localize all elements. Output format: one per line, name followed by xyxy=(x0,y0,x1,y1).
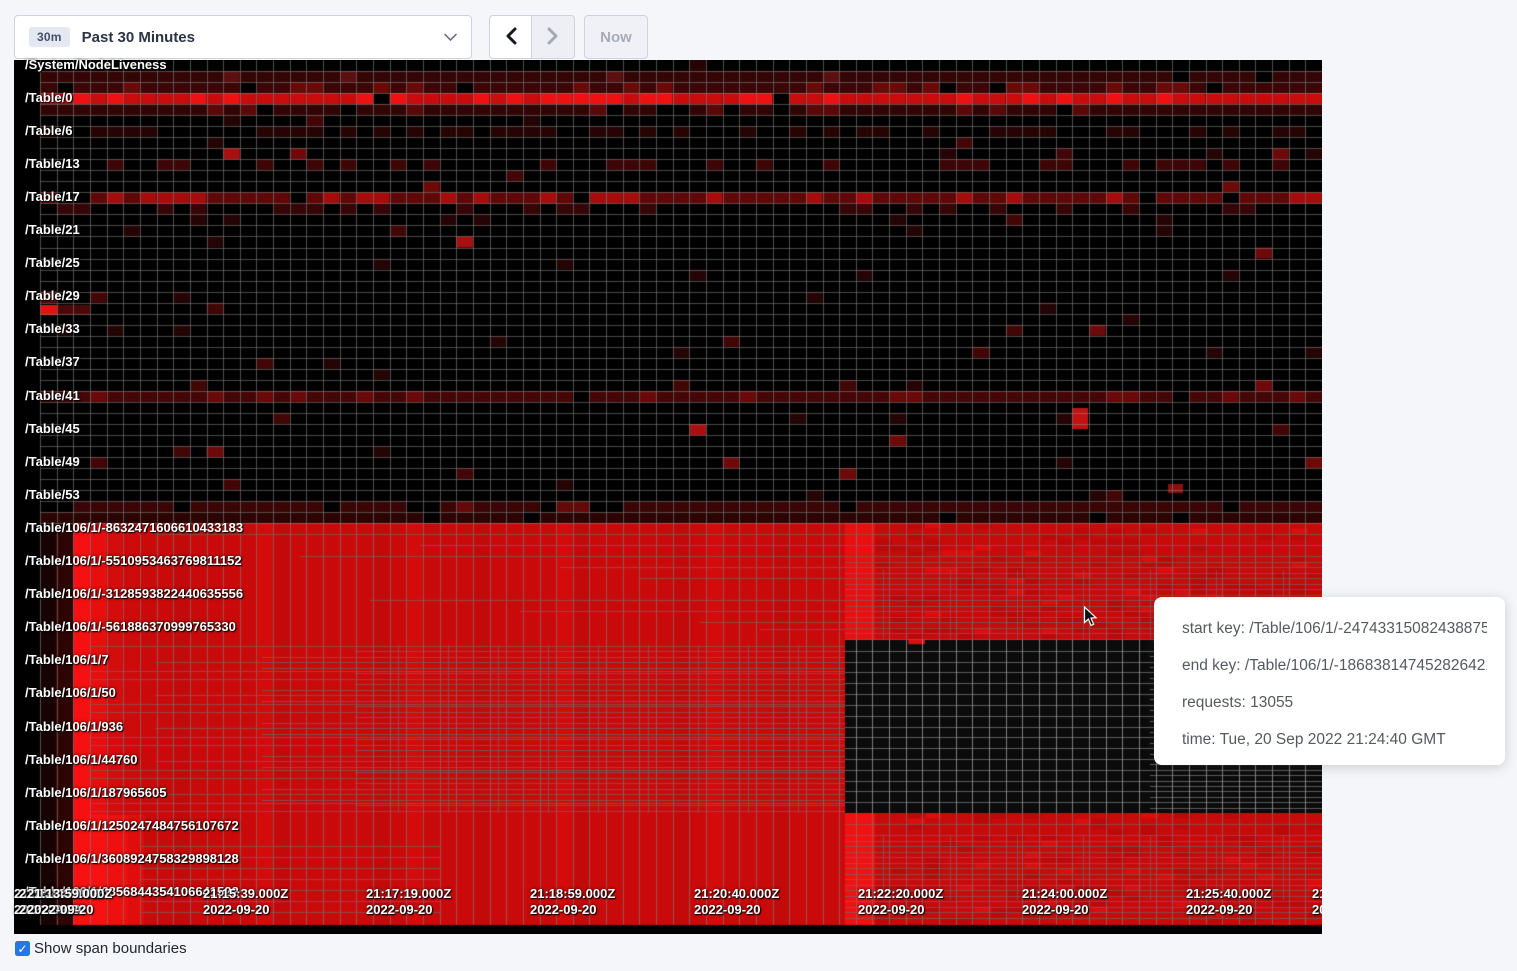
span-boundaries-label: Show span boundaries xyxy=(34,940,187,957)
row-label: /Table/106/1/-3128593822440635556 xyxy=(25,587,243,601)
row-label: /Table/13 xyxy=(25,157,80,171)
x-axis-tick: 21:18:59.000Z2022-09-20 xyxy=(530,886,615,918)
x-axis-tick: 21:17:19.000Z2022-09-20 xyxy=(366,886,451,918)
row-label: /Table/106/1/936 xyxy=(25,720,123,734)
x-axis-tick: 21:15:39.000Z2022-09-20 xyxy=(203,886,288,918)
x-axis-tick: 21:24:00.000Z2022-09-20 xyxy=(1022,886,1107,918)
heatmap-canvas[interactable] xyxy=(14,60,1322,934)
row-label: /Table/29 xyxy=(25,289,80,303)
span-boundaries-checkbox[interactable]: ✓ xyxy=(15,941,30,956)
row-label: /Table/25 xyxy=(25,256,80,270)
footer: ✓ Show span boundaries xyxy=(15,940,187,957)
row-label: /Table/106/1/7 xyxy=(25,653,109,667)
key-visualizer: /System/NodeLiveness/Table/0/Table/6/Tab… xyxy=(0,0,1322,936)
tooltip-start-key: start key: /Table/106/1/-247433150824388… xyxy=(1182,610,1487,647)
row-label: /System/NodeLiveness xyxy=(25,58,167,72)
x-axis-tick: 21:22:20.000Z2022-09-20 xyxy=(858,886,943,918)
row-label: /Table/106/1/44760 xyxy=(25,753,138,767)
row-label: /Table/53 xyxy=(25,488,80,502)
tooltip-time: time: Tue, 20 Sep 2022 21:24:40 GMT xyxy=(1182,721,1487,758)
page: 30m Past 30 Minutes Now /System/NodeLive… xyxy=(0,0,1517,971)
row-label: /Table/6 xyxy=(25,124,72,138)
tooltip-end-key: end key: /Table/106/1/-18683814745282642… xyxy=(1182,647,1487,684)
hover-tooltip: start key: /Table/106/1/-247433150824388… xyxy=(1154,597,1505,765)
row-label: /Table/106/1/3608924758329898128 xyxy=(25,852,239,866)
row-label: /Table/106/1/-561886370999765330 xyxy=(25,620,236,634)
row-label: /Table/37 xyxy=(25,355,80,369)
row-label: /Table/0 xyxy=(25,91,72,105)
row-label: /Table/41 xyxy=(25,389,80,403)
tooltip-requests: requests: 13055 xyxy=(1182,684,1487,721)
row-label: /Table/21 xyxy=(25,223,80,237)
row-label: /Table/33 xyxy=(25,322,80,336)
row-label: /Table/45 xyxy=(25,422,80,436)
row-label: /Table/17 xyxy=(25,190,80,204)
check-icon: ✓ xyxy=(17,943,27,955)
x-axis-tick: 21:20:40.000Z2022-09-20 xyxy=(694,886,779,918)
x-axis-tick: 21:13:59.000Z2022-09-20 xyxy=(27,886,112,918)
row-label: /Table/106/1/187965605 xyxy=(25,786,166,800)
row-label: /Table/106/1/-5510953463769811152 xyxy=(25,554,242,568)
row-label: /Table/49 xyxy=(25,455,80,469)
x-axis-tick: 21:27:20.000Z2022-09-20 xyxy=(1312,886,1322,918)
row-label: /Table/106/1/1250247484756107672 xyxy=(25,819,239,833)
row-label: /Table/106/1/50 xyxy=(25,686,116,700)
row-label: /Table/106/1/-8632471606610433183 xyxy=(25,521,243,535)
mouse-cursor-icon xyxy=(1083,606,1099,633)
x-axis-tick: 21:25:40.000Z2022-09-20 xyxy=(1186,886,1271,918)
